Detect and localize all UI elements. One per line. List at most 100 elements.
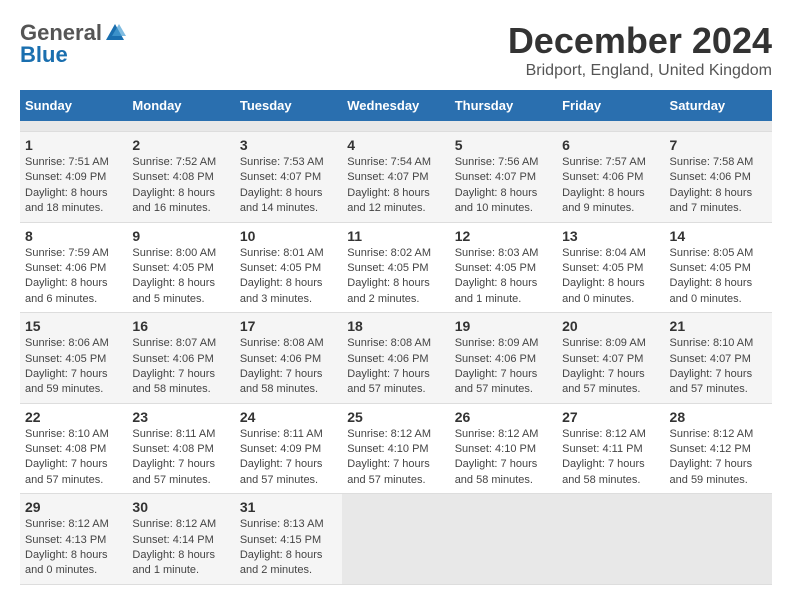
table-row: 3 Sunrise: 7:53 AMSunset: 4:07 PMDayligh… xyxy=(235,132,342,223)
table-row: 29 Sunrise: 8:12 AMSunset: 4:13 PMDaylig… xyxy=(20,494,127,585)
table-row: 8 Sunrise: 7:59 AMSunset: 4:06 PMDayligh… xyxy=(20,222,127,313)
table-row: 22 Sunrise: 8:10 AMSunset: 4:08 PMDaylig… xyxy=(20,403,127,494)
day-number: 6 xyxy=(562,137,659,153)
day-number: 25 xyxy=(347,409,444,425)
day-number: 5 xyxy=(455,137,552,153)
table-row: 19 Sunrise: 8:09 AMSunset: 4:06 PMDaylig… xyxy=(450,313,557,404)
table-row xyxy=(557,121,664,132)
day-number: 2 xyxy=(132,137,229,153)
day-number: 9 xyxy=(132,228,229,244)
table-row: 28 Sunrise: 8:12 AMSunset: 4:12 PMDaylig… xyxy=(665,403,772,494)
table-row: 14 Sunrise: 8:05 AMSunset: 4:05 PMDaylig… xyxy=(665,222,772,313)
day-info: Sunrise: 8:12 AMSunset: 4:12 PMDaylight:… xyxy=(670,428,754,486)
day-info: Sunrise: 8:01 AMSunset: 4:05 PMDaylight:… xyxy=(240,247,324,305)
day-number: 30 xyxy=(132,499,229,515)
logo-blue: Blue xyxy=(20,42,68,68)
table-row: 23 Sunrise: 8:11 AMSunset: 4:08 PMDaylig… xyxy=(127,403,234,494)
table-row: 4 Sunrise: 7:54 AMSunset: 4:07 PMDayligh… xyxy=(342,132,449,223)
day-number: 18 xyxy=(347,318,444,334)
day-info: Sunrise: 8:13 AMSunset: 4:15 PMDaylight:… xyxy=(240,518,324,576)
col-wednesday: Wednesday xyxy=(342,90,449,121)
day-number: 29 xyxy=(25,499,122,515)
day-info: Sunrise: 8:10 AMSunset: 4:07 PMDaylight:… xyxy=(670,337,754,395)
table-row: 1 Sunrise: 7:51 AMSunset: 4:09 PMDayligh… xyxy=(20,132,127,223)
table-row xyxy=(235,121,342,132)
table-row: 16 Sunrise: 8:07 AMSunset: 4:06 PMDaylig… xyxy=(127,313,234,404)
day-info: Sunrise: 8:08 AMSunset: 4:06 PMDaylight:… xyxy=(240,337,324,395)
day-info: Sunrise: 7:53 AMSunset: 4:07 PMDaylight:… xyxy=(240,156,324,214)
table-row: 20 Sunrise: 8:09 AMSunset: 4:07 PMDaylig… xyxy=(557,313,664,404)
day-info: Sunrise: 8:09 AMSunset: 4:06 PMDaylight:… xyxy=(455,337,539,395)
day-number: 27 xyxy=(562,409,659,425)
day-number: 24 xyxy=(240,409,337,425)
day-number: 31 xyxy=(240,499,337,515)
day-number: 26 xyxy=(455,409,552,425)
table-row xyxy=(127,121,234,132)
day-number: 13 xyxy=(562,228,659,244)
day-info: Sunrise: 8:12 AMSunset: 4:14 PMDaylight:… xyxy=(132,518,216,576)
calendar-header-row: Sunday Monday Tuesday Wednesday Thursday… xyxy=(20,90,772,121)
day-info: Sunrise: 8:11 AMSunset: 4:09 PMDaylight:… xyxy=(240,428,323,486)
table-row: 18 Sunrise: 8:08 AMSunset: 4:06 PMDaylig… xyxy=(342,313,449,404)
calendar-week-row: 8 Sunrise: 7:59 AMSunset: 4:06 PMDayligh… xyxy=(20,222,772,313)
table-row: 24 Sunrise: 8:11 AMSunset: 4:09 PMDaylig… xyxy=(235,403,342,494)
day-info: Sunrise: 8:09 AMSunset: 4:07 PMDaylight:… xyxy=(562,337,646,395)
day-info: Sunrise: 7:51 AMSunset: 4:09 PMDaylight:… xyxy=(25,156,109,214)
table-row xyxy=(665,494,772,585)
day-number: 21 xyxy=(670,318,767,334)
subtitle: Bridport, England, United Kingdom xyxy=(508,62,772,80)
table-row: 17 Sunrise: 8:08 AMSunset: 4:06 PMDaylig… xyxy=(235,313,342,404)
day-number: 23 xyxy=(132,409,229,425)
day-info: Sunrise: 8:00 AMSunset: 4:05 PMDaylight:… xyxy=(132,247,216,305)
day-info: Sunrise: 7:54 AMSunset: 4:07 PMDaylight:… xyxy=(347,156,431,214)
table-row: 9 Sunrise: 8:00 AMSunset: 4:05 PMDayligh… xyxy=(127,222,234,313)
title-block: December 2024 Bridport, England, United … xyxy=(508,20,772,80)
calendar-week-row: 22 Sunrise: 8:10 AMSunset: 4:08 PMDaylig… xyxy=(20,403,772,494)
calendar-week-row: 29 Sunrise: 8:12 AMSunset: 4:13 PMDaylig… xyxy=(20,494,772,585)
table-row: 21 Sunrise: 8:10 AMSunset: 4:07 PMDaylig… xyxy=(665,313,772,404)
day-info: Sunrise: 8:03 AMSunset: 4:05 PMDaylight:… xyxy=(455,247,539,305)
col-monday: Monday xyxy=(127,90,234,121)
table-row: 13 Sunrise: 8:04 AMSunset: 4:05 PMDaylig… xyxy=(557,222,664,313)
table-row xyxy=(342,121,449,132)
day-info: Sunrise: 7:56 AMSunset: 4:07 PMDaylight:… xyxy=(455,156,539,214)
table-row: 12 Sunrise: 8:03 AMSunset: 4:05 PMDaylig… xyxy=(450,222,557,313)
table-row: 5 Sunrise: 7:56 AMSunset: 4:07 PMDayligh… xyxy=(450,132,557,223)
day-number: 11 xyxy=(347,228,444,244)
day-info: Sunrise: 8:07 AMSunset: 4:06 PMDaylight:… xyxy=(132,337,216,395)
day-number: 7 xyxy=(670,137,767,153)
day-info: Sunrise: 8:12 AMSunset: 4:10 PMDaylight:… xyxy=(347,428,431,486)
day-number: 14 xyxy=(670,228,767,244)
day-number: 8 xyxy=(25,228,122,244)
logo: General Blue xyxy=(20,20,126,68)
day-number: 1 xyxy=(25,137,122,153)
day-info: Sunrise: 8:12 AMSunset: 4:10 PMDaylight:… xyxy=(455,428,539,486)
day-info: Sunrise: 7:52 AMSunset: 4:08 PMDaylight:… xyxy=(132,156,216,214)
col-tuesday: Tuesday xyxy=(235,90,342,121)
col-saturday: Saturday xyxy=(665,90,772,121)
day-number: 20 xyxy=(562,318,659,334)
day-number: 28 xyxy=(670,409,767,425)
table-row: 30 Sunrise: 8:12 AMSunset: 4:14 PMDaylig… xyxy=(127,494,234,585)
day-info: Sunrise: 8:11 AMSunset: 4:08 PMDaylight:… xyxy=(132,428,215,486)
table-row: 27 Sunrise: 8:12 AMSunset: 4:11 PMDaylig… xyxy=(557,403,664,494)
col-sunday: Sunday xyxy=(20,90,127,121)
table-row: 31 Sunrise: 8:13 AMSunset: 4:15 PMDaylig… xyxy=(235,494,342,585)
table-row xyxy=(557,494,664,585)
day-number: 16 xyxy=(132,318,229,334)
table-row xyxy=(342,494,449,585)
table-row: 15 Sunrise: 8:06 AMSunset: 4:05 PMDaylig… xyxy=(20,313,127,404)
table-row: 6 Sunrise: 7:57 AMSunset: 4:06 PMDayligh… xyxy=(557,132,664,223)
table-row: 10 Sunrise: 8:01 AMSunset: 4:05 PMDaylig… xyxy=(235,222,342,313)
day-info: Sunrise: 7:58 AMSunset: 4:06 PMDaylight:… xyxy=(670,156,754,214)
day-info: Sunrise: 8:05 AMSunset: 4:05 PMDaylight:… xyxy=(670,247,754,305)
day-info: Sunrise: 8:08 AMSunset: 4:06 PMDaylight:… xyxy=(347,337,431,395)
table-row xyxy=(450,121,557,132)
day-number: 22 xyxy=(25,409,122,425)
page-header: General Blue December 2024 Bridport, Eng… xyxy=(20,20,772,80)
table-row: 2 Sunrise: 7:52 AMSunset: 4:08 PMDayligh… xyxy=(127,132,234,223)
day-info: Sunrise: 7:59 AMSunset: 4:06 PMDaylight:… xyxy=(25,247,109,305)
day-info: Sunrise: 8:10 AMSunset: 4:08 PMDaylight:… xyxy=(25,428,109,486)
day-info: Sunrise: 8:12 AMSunset: 4:13 PMDaylight:… xyxy=(25,518,109,576)
day-info: Sunrise: 8:02 AMSunset: 4:05 PMDaylight:… xyxy=(347,247,431,305)
